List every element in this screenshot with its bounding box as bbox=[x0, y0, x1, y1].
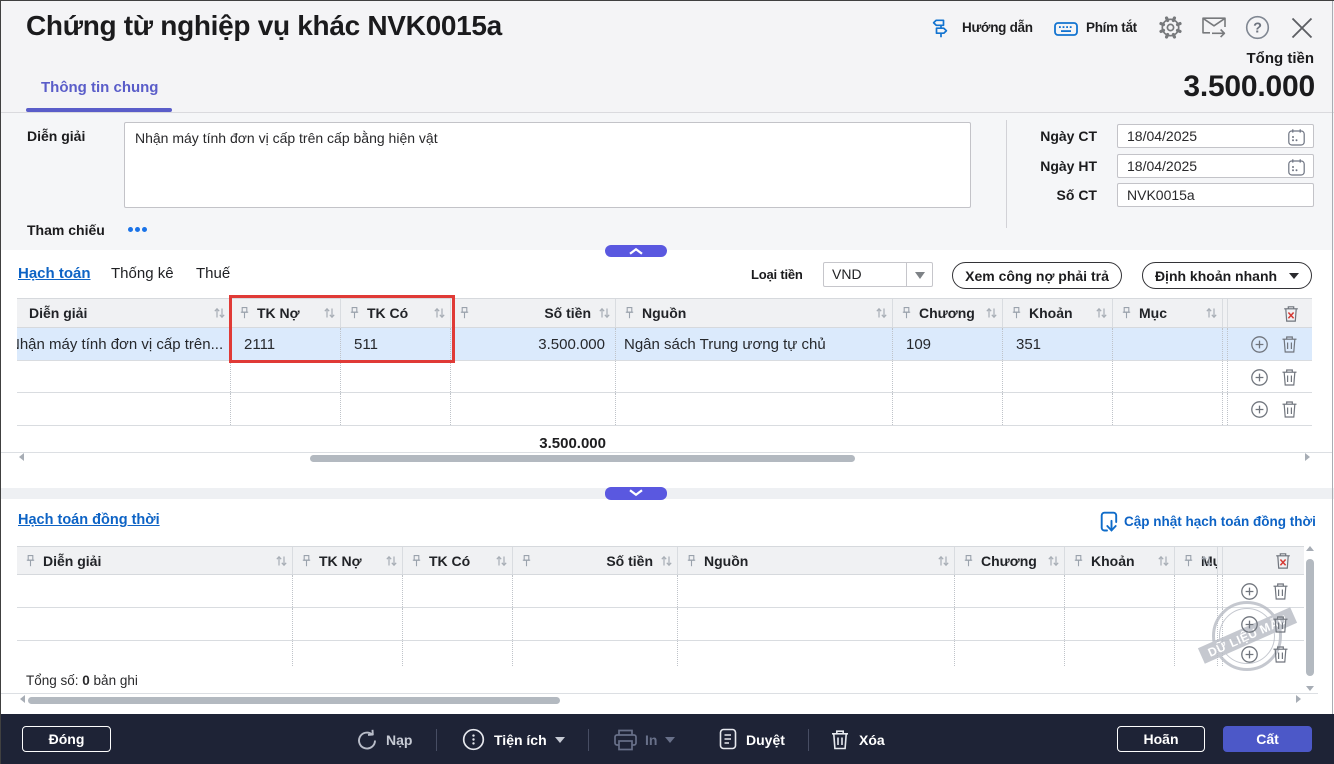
svg-text:?: ? bbox=[1253, 21, 1262, 37]
